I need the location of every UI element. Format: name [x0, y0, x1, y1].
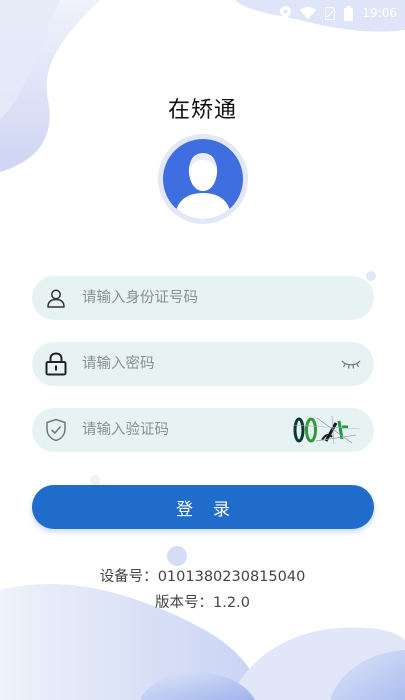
version-value: 1.2.0: [213, 595, 250, 611]
device-label: 设备号：: [99, 569, 158, 585]
device-value: 0101380230815040: [157, 569, 306, 585]
wifi-icon: [300, 7, 317, 19]
avatar: [157, 133, 249, 225]
app-title: 在矫通: [167, 98, 237, 123]
sim-icon: [325, 6, 336, 20]
captcha-input[interactable]: [80, 421, 292, 439]
password-field[interactable]: [32, 342, 374, 386]
id-number-field[interactable]: [32, 276, 374, 320]
captcha-field[interactable]: [32, 408, 374, 452]
lock-icon: [44, 352, 68, 376]
version-number: 版本号：1.2.0: [0, 591, 405, 612]
eye-closed-icon[interactable]: [340, 357, 362, 371]
shield-icon: [44, 418, 68, 442]
login-button[interactable]: 登录: [32, 485, 374, 529]
id-number-input[interactable]: [80, 289, 362, 307]
status-time: 19:06: [362, 6, 397, 20]
device-number: 设备号：0101380230815040: [0, 565, 405, 586]
user-icon: [44, 286, 68, 310]
version-label: 版本号：: [155, 595, 214, 611]
password-input[interactable]: [80, 355, 340, 373]
battery-icon: [344, 5, 354, 21]
captcha-image[interactable]: [292, 413, 362, 447]
location-icon: [280, 6, 292, 20]
status-bar: 19:06: [245, 0, 405, 26]
